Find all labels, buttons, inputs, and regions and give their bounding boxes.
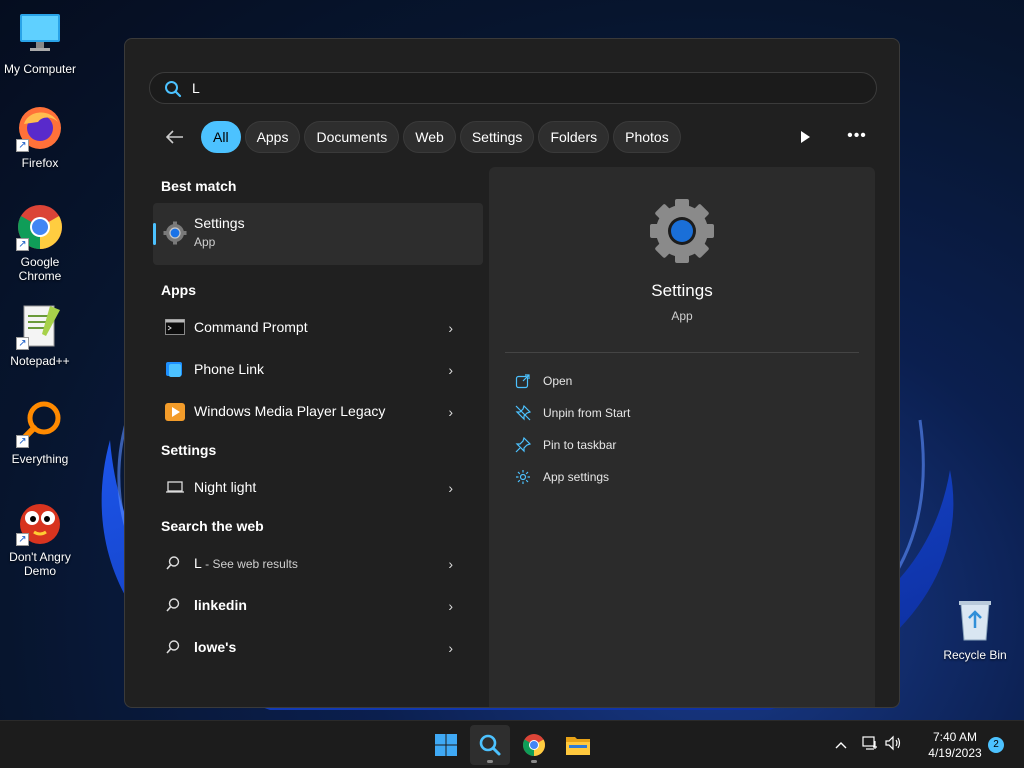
action-app-settings[interactable]: App settings xyxy=(515,467,609,487)
preview-subtitle: App xyxy=(671,309,693,323)
chevron-right-icon[interactable]: › xyxy=(448,320,453,336)
unpin-icon xyxy=(515,405,531,421)
firefox-icon: ↗ xyxy=(16,104,64,152)
filter-chip-folders[interactable]: Folders xyxy=(538,121,610,153)
chevron-right-icon[interactable]: › xyxy=(448,640,453,656)
settings-gear-icon xyxy=(163,221,187,250)
desktop-icon-recycle-bin[interactable]: Recycle Bin xyxy=(935,596,1015,662)
chevron-right-icon[interactable]: › xyxy=(448,598,453,614)
shortcut-arrow-icon: ↗ xyxy=(16,533,29,546)
app-result-phone-link[interactable]: Phone Link › xyxy=(153,349,483,391)
start-button[interactable] xyxy=(426,725,466,765)
taskbar-search-button[interactable] xyxy=(470,725,510,765)
action-unpin-from-start[interactable]: Unpin from Start xyxy=(515,403,630,423)
preview-pane: Settings App Open Unpin from Start Pin t… xyxy=(489,167,875,707)
shortcut-arrow-icon: ↗ xyxy=(16,337,29,350)
chevron-right-icon[interactable]: › xyxy=(448,362,453,378)
monitor-icon xyxy=(16,10,64,58)
search-panel: All Apps Documents Web Settings Folders … xyxy=(124,38,900,708)
action-open[interactable]: Open xyxy=(515,371,572,391)
desktop-icon-chrome[interactable]: ↗ Google Chrome xyxy=(0,203,80,283)
volume-icon[interactable] xyxy=(884,735,902,756)
laptop-icon xyxy=(165,479,185,497)
filter-chip-documents[interactable]: Documents xyxy=(304,121,400,153)
notification-badge[interactable]: 2 xyxy=(988,737,1004,753)
search-box[interactable] xyxy=(149,72,877,104)
search-small-icon xyxy=(165,555,185,573)
shortcut-arrow-icon: ↗ xyxy=(16,435,29,448)
section-heading-apps: Apps xyxy=(161,282,196,298)
search-input[interactable] xyxy=(192,77,852,99)
filter-chip-apps[interactable]: Apps xyxy=(244,121,301,153)
search-icon xyxy=(164,80,182,103)
chevron-right-icon[interactable]: › xyxy=(448,556,453,572)
desktop-icon-everything[interactable]: ↗ Everything xyxy=(0,400,80,466)
gear-icon xyxy=(516,470,530,484)
filter-chip-photos[interactable]: Photos xyxy=(613,121,681,153)
desktop-icon-dont-angry[interactable]: ↗ Don't Angry Demo xyxy=(0,498,80,578)
command-prompt-icon xyxy=(165,319,185,337)
app-result-media-player[interactable]: Windows Media Player Legacy › xyxy=(153,391,483,433)
divider xyxy=(505,352,859,353)
clock[interactable]: 7:40 AM 4/19/2023 xyxy=(910,729,1000,761)
recycle-bin-icon xyxy=(951,596,999,644)
app-result-command-prompt[interactable]: Command Prompt › xyxy=(153,307,483,349)
filter-chip-all[interactable]: All xyxy=(201,121,241,153)
web-result-l[interactable]: L - See web results › xyxy=(153,543,483,585)
desktop-icon-notepadpp[interactable]: ↗ Notepad++ xyxy=(0,302,80,368)
chevron-right-icon[interactable]: › xyxy=(448,480,453,496)
filter-bar: All Apps Documents Web Settings Folders … xyxy=(161,121,681,153)
web-result-lowes[interactable]: lowe's › xyxy=(153,627,483,669)
clock-date: 4/19/2023 xyxy=(928,746,982,760)
section-heading-settings: Settings xyxy=(161,442,217,458)
chevron-right-icon[interactable]: › xyxy=(448,404,453,420)
phone-link-icon xyxy=(165,361,185,379)
chrome-icon: ↗ xyxy=(16,203,64,251)
section-heading-best-match: Best match xyxy=(161,178,237,194)
search-icon xyxy=(479,734,501,756)
dont-angry-icon: ↗ xyxy=(16,498,64,546)
pin-icon xyxy=(515,437,531,453)
results-list: Best match Settings App Apps Command Pro… xyxy=(153,169,483,669)
notepadpp-icon: ↗ xyxy=(16,302,64,350)
network-icon[interactable] xyxy=(862,735,878,756)
play-icon[interactable] xyxy=(795,127,815,147)
settings-gear-large-icon xyxy=(648,197,716,270)
arrow-left-icon xyxy=(166,130,183,144)
action-pin-to-taskbar[interactable]: Pin to taskbar xyxy=(515,435,616,455)
taskbar: 7:40 AM 4/19/2023 2 xyxy=(0,720,1024,768)
best-match-title: Settings xyxy=(194,215,245,231)
shortcut-arrow-icon: ↗ xyxy=(16,238,29,251)
desktop-icon-firefox[interactable]: ↗ Firefox xyxy=(0,104,80,170)
filter-chip-web[interactable]: Web xyxy=(403,121,456,153)
more-options-icon[interactable]: ••• xyxy=(847,127,867,147)
chrome-icon xyxy=(523,734,545,756)
file-explorer-icon xyxy=(566,737,590,755)
best-match-item[interactable]: Settings App xyxy=(153,203,483,265)
back-button[interactable] xyxy=(161,123,189,151)
open-icon xyxy=(515,374,530,389)
everything-icon: ↗ xyxy=(16,400,64,448)
start-icon xyxy=(435,734,457,756)
shortcut-arrow-icon: ↗ xyxy=(16,139,29,152)
taskbar-file-explorer-button[interactable] xyxy=(558,725,598,765)
filter-chip-settings[interactable]: Settings xyxy=(459,121,535,153)
taskbar-chrome-button[interactable] xyxy=(514,725,554,765)
best-match-subtitle: App xyxy=(194,235,216,249)
section-heading-web: Search the web xyxy=(161,518,264,534)
media-player-icon xyxy=(165,403,185,421)
active-indicator xyxy=(487,760,493,763)
selection-indicator xyxy=(153,223,156,245)
chevron-up-icon[interactable] xyxy=(832,736,850,754)
settings-result-night-light[interactable]: Night light › xyxy=(153,467,483,509)
system-tray xyxy=(832,721,902,768)
running-indicator xyxy=(531,760,537,763)
search-small-icon xyxy=(165,597,185,615)
search-small-icon xyxy=(165,639,185,657)
desktop-icon-my-computer[interactable]: My Computer xyxy=(0,10,80,76)
clock-time: 7:40 AM xyxy=(932,730,978,744)
preview-title: Settings xyxy=(651,281,713,300)
web-result-linkedin[interactable]: linkedin › xyxy=(153,585,483,627)
